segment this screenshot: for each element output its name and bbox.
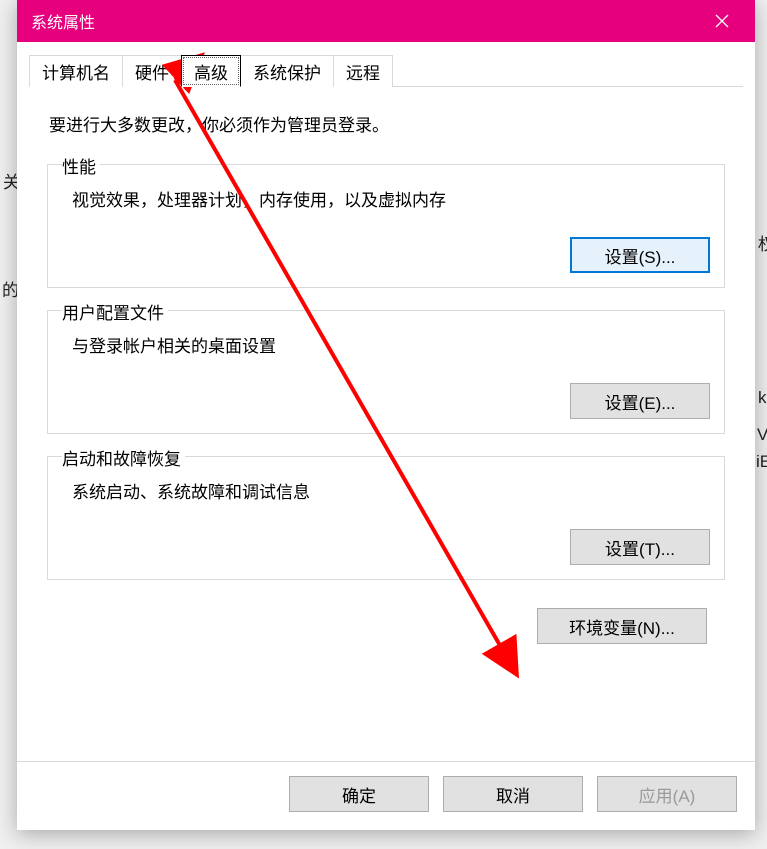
- group-user-profiles-title: 用户配置文件: [62, 299, 168, 324]
- performance-settings-button[interactable]: 设置(S)...: [570, 237, 710, 273]
- ok-button[interactable]: 确定: [289, 776, 429, 812]
- group-user-profiles: 用户配置文件 与登录帐户相关的桌面设置 设置(E)...: [47, 310, 725, 434]
- group-performance: 性能 视觉效果，处理器计划，内存使用，以及虚拟内存 设置(S)...: [47, 164, 725, 288]
- tab-hardware[interactable]: 硬件: [122, 55, 182, 87]
- tab-computer-name[interactable]: 计算机名: [29, 55, 123, 87]
- group-performance-desc: 视觉效果，处理器计划，内存使用，以及虚拟内存: [72, 186, 710, 211]
- user-profiles-settings-button[interactable]: 设置(E)...: [570, 383, 710, 419]
- window-title: 系统属性: [31, 9, 699, 33]
- tab-remote[interactable]: 远程: [333, 55, 393, 87]
- group-startup-recovery-desc: 系统启动、系统故障和调试信息: [72, 478, 710, 503]
- tab-body-advanced: 要进行大多数更改，你必须作为管理员登录。 性能 视觉效果，处理器计划，内存使用，…: [29, 87, 743, 652]
- environment-variables-button[interactable]: 环境变量(N)...: [537, 608, 707, 644]
- group-performance-title: 性能: [62, 153, 100, 178]
- tab-advanced[interactable]: 高级: [181, 55, 241, 87]
- dialog-button-bar: 确定 取消 应用(A): [17, 761, 755, 830]
- group-user-profiles-desc: 与登录帐户相关的桌面设置: [72, 332, 710, 357]
- group-startup-recovery-title: 启动和故障恢复: [62, 445, 185, 470]
- tabstrip: 计算机名 硬件 高级 系统保护 远程: [29, 54, 743, 87]
- cancel-button[interactable]: 取消: [443, 776, 583, 812]
- group-startup-recovery: 启动和故障恢复 系统启动、系统故障和调试信息 设置(T)...: [47, 456, 725, 580]
- admin-notice: 要进行大多数更改，你必须作为管理员登录。: [49, 111, 725, 136]
- close-icon[interactable]: [699, 0, 745, 42]
- dialog-content: 计算机名 硬件 高级 系统保护 远程 要进行大多数更改，你必须作为管理员登录。 …: [17, 42, 755, 761]
- apply-button: 应用(A): [597, 776, 737, 812]
- startup-recovery-settings-button[interactable]: 设置(T)...: [570, 529, 710, 565]
- system-properties-dialog: 系统属性 计算机名 硬件 高级 系统保护 远程 要进行大多数更改，你必须作为管理…: [17, 0, 755, 830]
- titlebar: 系统属性: [17, 0, 755, 42]
- tab-system-protection[interactable]: 系统保护: [240, 55, 334, 87]
